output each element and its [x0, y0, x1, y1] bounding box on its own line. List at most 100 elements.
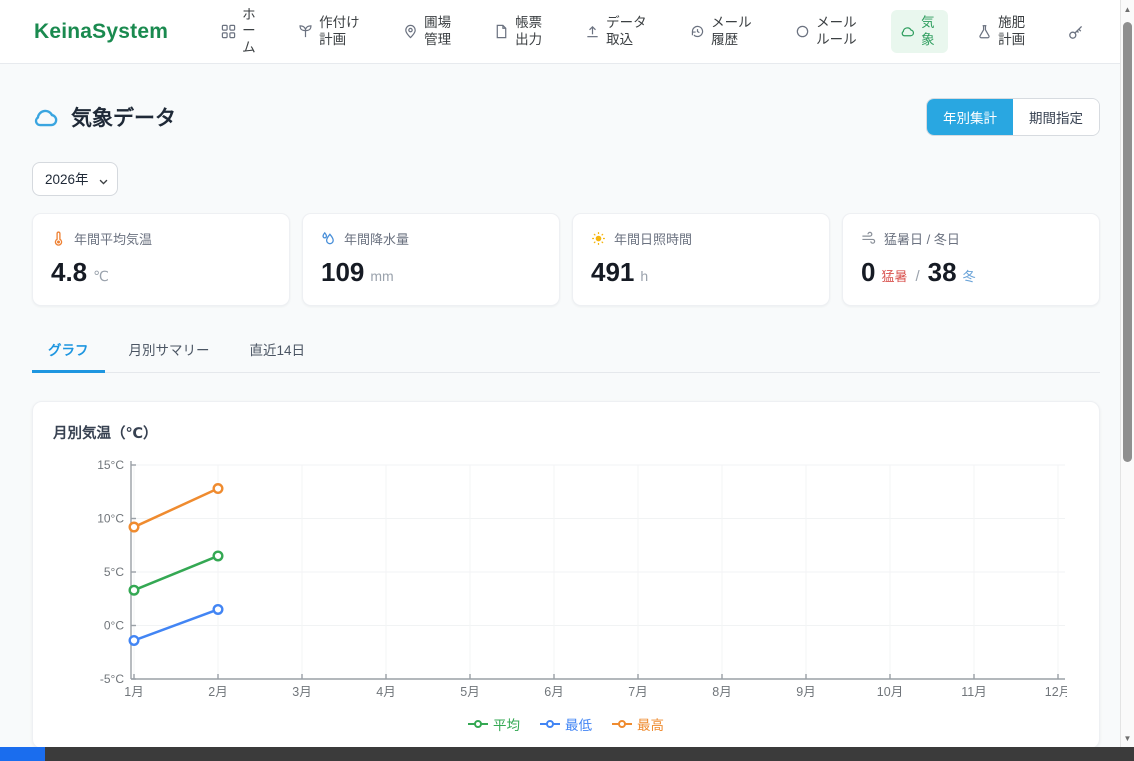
map-pin-icon	[403, 24, 418, 39]
svg-text:4月: 4月	[376, 685, 395, 699]
chart-title: 月別気温（℃）	[53, 422, 1079, 443]
hot-days-label: 猛暑	[881, 266, 907, 285]
legend-label: 平均	[493, 714, 520, 734]
svg-text:2月: 2月	[208, 685, 227, 699]
view-tabs: グラフ 月別サマリー 直近14日	[32, 330, 1100, 373]
nav-item-label: 作付け計画	[319, 15, 365, 47]
page-header: 気象データ 年別集計 期間指定	[32, 98, 1100, 136]
data-point-最低[interactable]	[130, 636, 139, 645]
tab-monthly-summary[interactable]: 月別サマリー	[113, 330, 226, 373]
svg-text:3月: 3月	[292, 685, 311, 699]
scroll-up-arrow-icon[interactable]: ▲	[1121, 2, 1134, 16]
nav-item-home[interactable]: ホーム	[212, 2, 269, 61]
legend-marker-icon	[468, 719, 488, 729]
data-point-最高[interactable]	[214, 484, 223, 493]
svg-text:-5°C: -5°C	[100, 672, 124, 686]
grid-icon	[221, 24, 236, 39]
legend-marker-icon	[540, 719, 560, 729]
data-point-平均[interactable]	[130, 586, 139, 595]
nav-item-mail-history[interactable]: メール履歴	[681, 10, 766, 52]
seedling-icon	[298, 24, 313, 39]
legend-item-最高[interactable]: 最高	[612, 714, 664, 734]
data-point-最低[interactable]	[214, 605, 223, 614]
document-icon	[494, 24, 509, 39]
taskbar-item[interactable]	[0, 747, 45, 761]
period-select-button[interactable]: 期間指定	[1013, 99, 1099, 135]
stat-card-sunshine: 年間日照時間 491 h	[572, 213, 830, 306]
nav-item-weather[interactable]: 気象	[891, 10, 948, 52]
stat-card-avg-temp: 年間平均気温 4.8 ℃	[32, 213, 290, 306]
stat-unit: h	[640, 268, 648, 284]
stat-card-extreme-days: 猛暑日 / 冬日 0 猛暑 / 38 冬	[842, 213, 1100, 306]
taskbar	[0, 747, 1134, 761]
data-point-最高[interactable]	[130, 523, 139, 532]
legend-item-最低[interactable]: 最低	[540, 714, 592, 734]
nav-item-field-management[interactable]: 圃場管理	[394, 10, 465, 52]
monthly-temperature-chart[interactable]: 15°C10°C5°C0°C-5°C1月2月3月4月5月6月7月8月9月10月1…	[53, 455, 1067, 703]
cloud-icon	[32, 104, 59, 131]
svg-text:6月: 6月	[544, 685, 563, 699]
hot-days-value: 0	[861, 257, 875, 288]
tab-graph[interactable]: グラフ	[32, 330, 105, 373]
year-select[interactable]: 2026年	[32, 162, 118, 196]
stats-row: 年間平均気温 4.8 ℃ 年間降水量 109 mm	[32, 213, 1100, 306]
svg-text:0°C: 0°C	[104, 619, 124, 633]
svg-text:9月: 9月	[796, 685, 815, 699]
nav-item-label: ホーム	[242, 7, 260, 56]
svg-text:5月: 5月	[460, 685, 479, 699]
legend-item-平均[interactable]: 平均	[468, 714, 520, 734]
year-filter-row: 2026年	[32, 162, 1100, 196]
stat-label: 年間日照時間	[614, 229, 692, 248]
key-icon	[1068, 24, 1084, 40]
stat-value: 491	[591, 257, 634, 288]
tab-recent-14-days[interactable]: 直近14日	[234, 330, 322, 373]
top-navbar: KeinaSystem ホーム 作付け計画 圃場管理 帳票出力	[0, 0, 1134, 64]
winter-days-value: 38	[928, 257, 957, 288]
stat-label: 年間降水量	[344, 229, 409, 248]
svg-text:7月: 7月	[628, 685, 647, 699]
nav-item-label: メールルール	[816, 15, 862, 47]
nav-item-label: 帳票出力	[515, 15, 547, 47]
stat-card-precipitation: 年間降水量 109 mm	[302, 213, 560, 306]
history-icon	[690, 24, 705, 39]
flask-icon	[977, 24, 992, 39]
legend-marker-icon	[612, 719, 632, 729]
stat-value: 109	[321, 257, 364, 288]
stat-unit: ℃	[93, 268, 109, 285]
wind-icon	[861, 231, 876, 246]
scrollbar-thumb[interactable]	[1123, 22, 1132, 462]
svg-text:15°C: 15°C	[97, 458, 124, 472]
nav-item-label: 圃場管理	[424, 15, 456, 47]
nav-item-label: 気象	[921, 15, 939, 47]
stat-unit: mm	[370, 268, 393, 284]
svg-text:10°C: 10°C	[97, 512, 124, 526]
legend-label: 最高	[637, 714, 664, 734]
nav-item-fertilizer-plan[interactable]: 施肥計画	[968, 10, 1039, 52]
stat-label: 年間平均気温	[74, 229, 152, 248]
nav-item-mail-rules[interactable]: メールルール	[786, 10, 871, 52]
yearly-summary-button[interactable]: 年別集計	[927, 99, 1013, 135]
chart-legend: 平均最低 最高	[53, 714, 1079, 734]
stat-label: 猛暑日 / 冬日	[884, 229, 960, 248]
cloud-icon	[900, 24, 915, 39]
nav-item-label: 施肥計画	[998, 15, 1030, 47]
scroll-down-arrow-icon[interactable]: ▼	[1121, 731, 1134, 745]
nav-menu: ホーム 作付け計画 圃場管理 帳票出力 データ取込	[212, 2, 1134, 61]
data-point-平均[interactable]	[214, 552, 223, 561]
vertical-scrollbar[interactable]: ▲ ▼	[1120, 0, 1134, 747]
page-title: 気象データ	[71, 102, 176, 132]
nav-item-label: メール履歴	[711, 15, 757, 47]
nav-item-report-output[interactable]: 帳票出力	[485, 10, 556, 52]
stat-value: 4.8	[51, 257, 87, 288]
winter-days-label: 冬	[963, 266, 976, 285]
nav-item-planting-plan[interactable]: 作付け計画	[289, 10, 374, 52]
app-logo[interactable]: KeinaSystem	[34, 20, 168, 44]
upload-icon	[585, 24, 600, 39]
svg-text:11月: 11月	[961, 685, 986, 699]
droplet-icon	[321, 231, 336, 246]
sun-icon	[591, 231, 606, 246]
nav-item-password[interactable]	[1059, 19, 1093, 45]
nav-item-data-import[interactable]: データ取込	[576, 10, 661, 52]
svg-text:5°C: 5°C	[104, 565, 124, 579]
svg-text:1月: 1月	[124, 685, 143, 699]
